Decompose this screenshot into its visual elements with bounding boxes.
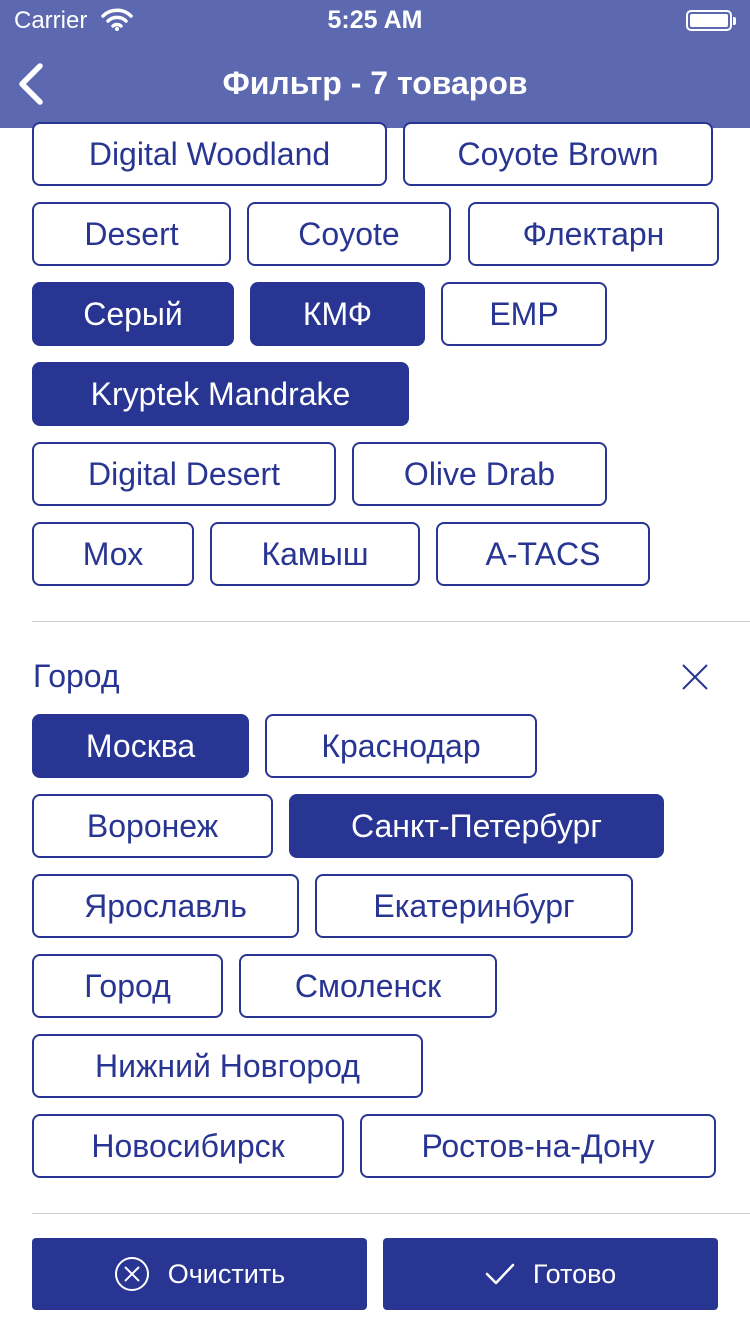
- battery-icon: [686, 10, 736, 31]
- filter-chip-emp[interactable]: EMP: [441, 282, 607, 346]
- filter-chip-kmf[interactable]: КМФ: [250, 282, 425, 346]
- filter-chip-krasnodar[interactable]: Краснодар: [265, 714, 537, 778]
- done-button[interactable]: Готово: [383, 1238, 718, 1310]
- chip-label: Kryptek Mandrake: [90, 375, 351, 412]
- chip-label: EMP: [489, 295, 559, 332]
- page-title: Фильтр - 7 товаров: [222, 65, 528, 101]
- filter-chip-reed[interactable]: Камыш: [210, 522, 420, 586]
- filter-chip-digital-desert[interactable]: Digital Desert: [32, 442, 336, 506]
- chip-label: Новосибирск: [91, 1127, 285, 1164]
- chip-label: Digital Woodland: [88, 135, 331, 172]
- filter-chip-flecktarn[interactable]: Флектарн: [468, 202, 719, 266]
- chip-label: Серый: [83, 295, 183, 332]
- filter-chip-city[interactable]: Город: [32, 954, 223, 1018]
- chip-label: Екатеринбург: [373, 887, 575, 924]
- filter-chip-smolensk[interactable]: Смоленск: [239, 954, 497, 1018]
- filter-chip-grey[interactable]: Серый: [32, 282, 234, 346]
- city-section-title: Город: [33, 658, 120, 694]
- footer-divider: [32, 1213, 750, 1214]
- filter-chip-yaroslavl[interactable]: Ярославль: [32, 874, 299, 938]
- section-divider: [32, 621, 750, 622]
- chip-label: Olive Drab: [403, 455, 556, 492]
- filter-chip-olive-drab[interactable]: Olive Drab: [352, 442, 607, 506]
- circle-x-icon: [114, 1257, 149, 1291]
- filter-chip-digital-woodland[interactable]: Digital Woodland: [32, 122, 387, 186]
- filter-chip-a-tacs[interactable]: A-TACS: [436, 522, 650, 586]
- chip-label: Desert: [84, 215, 179, 252]
- filter-chip-kryptek-mandrake[interactable]: Kryptek Mandrake: [32, 362, 409, 426]
- chip-label: Мох: [82, 535, 144, 572]
- nav-bar: Фильтр - 7 товаров: [0, 40, 750, 128]
- chip-label: Coyote: [298, 215, 400, 252]
- chip-label: Смоленск: [294, 967, 442, 1004]
- close-icon[interactable]: [680, 662, 710, 692]
- filter-chip-desert[interactable]: Desert: [32, 202, 231, 266]
- filter-chip-yekaterinburg[interactable]: Екатеринбург: [315, 874, 633, 938]
- chip-label: A-TACS: [485, 535, 601, 572]
- status-bar: Carrier 5:25 AM: [0, 0, 750, 40]
- chip-label: Санкт-Петербург: [351, 807, 602, 844]
- chip-label: Ростов-на-Дону: [421, 1127, 655, 1164]
- chip-label: Воронеж: [86, 807, 219, 844]
- filter-chip-coyote[interactable]: Coyote: [247, 202, 451, 266]
- done-button-label: Готово: [532, 1258, 617, 1289]
- filter-chip-novosibirsk[interactable]: Новосибирск: [32, 1114, 344, 1178]
- chip-label: Камыш: [261, 535, 369, 572]
- chip-label: Digital Desert: [87, 455, 281, 492]
- chip-label: КМФ: [302, 295, 373, 332]
- chip-label: Нижний Новгород: [95, 1047, 360, 1084]
- checkmark-icon: [485, 1263, 515, 1285]
- chip-label: Москва: [85, 727, 196, 764]
- status-time: 5:25 AM: [327, 6, 423, 34]
- clear-button-label: Очистить: [167, 1258, 286, 1289]
- chip-label: Coyote Brown: [457, 135, 659, 172]
- filter-chip-rostov-on-don[interactable]: Ростов-на-Дону: [360, 1114, 716, 1178]
- chip-label: Ярославль: [84, 887, 247, 924]
- filter-chip-moscow[interactable]: Москва: [32, 714, 249, 778]
- filter-chip-voronezh[interactable]: Воронеж: [32, 794, 273, 858]
- chip-label: Флектарн: [522, 215, 665, 252]
- filter-chip-nizhny-novgorod[interactable]: Нижний Новгород: [32, 1034, 423, 1098]
- filter-chip-saint-petersburg[interactable]: Санкт-Петербург: [289, 794, 664, 858]
- clear-button[interactable]: Очистить: [32, 1238, 367, 1310]
- chip-label: Краснодар: [321, 727, 481, 764]
- filter-chip-coyote-brown[interactable]: Coyote Brown: [403, 122, 713, 186]
- chip-label: Город: [84, 967, 171, 1004]
- filter-chip-moss[interactable]: Мох: [32, 522, 194, 586]
